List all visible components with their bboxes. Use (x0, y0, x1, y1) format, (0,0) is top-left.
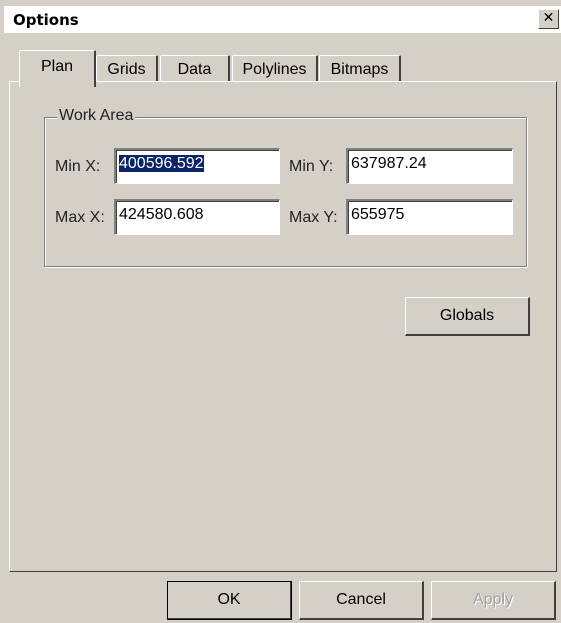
min-x-label: Min X: (55, 158, 101, 175)
min-x-value: 400596.592 (119, 155, 204, 172)
close-icon: ✕ (542, 10, 555, 26)
globals-button[interactable]: Globals (405, 297, 530, 336)
tab-grids-label: Grids (107, 61, 146, 78)
tab-plan[interactable]: Plan (19, 50, 96, 87)
max-y-input[interactable]: 655975 (346, 199, 513, 235)
apply-button-label: Apply (472, 591, 514, 608)
max-x-value: 424580.608 (119, 206, 204, 223)
work-area-group (44, 117, 527, 267)
max-x-label: Max X: (55, 209, 105, 226)
apply-button[interactable]: Apply (431, 581, 556, 620)
min-y-input[interactable]: 637987.24 (346, 148, 513, 184)
cancel-button[interactable]: Cancel (299, 581, 424, 620)
ok-button-label: OK (217, 591, 241, 608)
title-bar: Options ✕ (4, 6, 561, 33)
max-x-input[interactable]: 424580.608 (114, 199, 280, 235)
max-y-value: 655975 (351, 206, 405, 223)
tab-plan-label: Plan (40, 58, 74, 75)
min-x-input[interactable]: 400596.592 (114, 148, 280, 184)
window-title: Options (13, 11, 79, 29)
max-y-label: Max Y: (289, 209, 338, 226)
ok-button[interactable]: OK (167, 581, 292, 620)
min-y-value: 637987.24 (351, 155, 427, 172)
globals-button-label: Globals (439, 307, 495, 324)
tab-bitmaps-label: Bitmaps (330, 61, 389, 78)
close-button[interactable]: ✕ (538, 9, 559, 29)
options-dialog: Options ✕ Plan Grids Data Polylines Bitm… (0, 0, 561, 623)
work-area-group-label: Work Area (57, 107, 136, 125)
tab-polylines-label: Polylines (242, 61, 307, 78)
min-y-label: Min Y: (289, 158, 334, 175)
cancel-button-label: Cancel (336, 591, 386, 608)
tab-data-label: Data (177, 61, 212, 78)
